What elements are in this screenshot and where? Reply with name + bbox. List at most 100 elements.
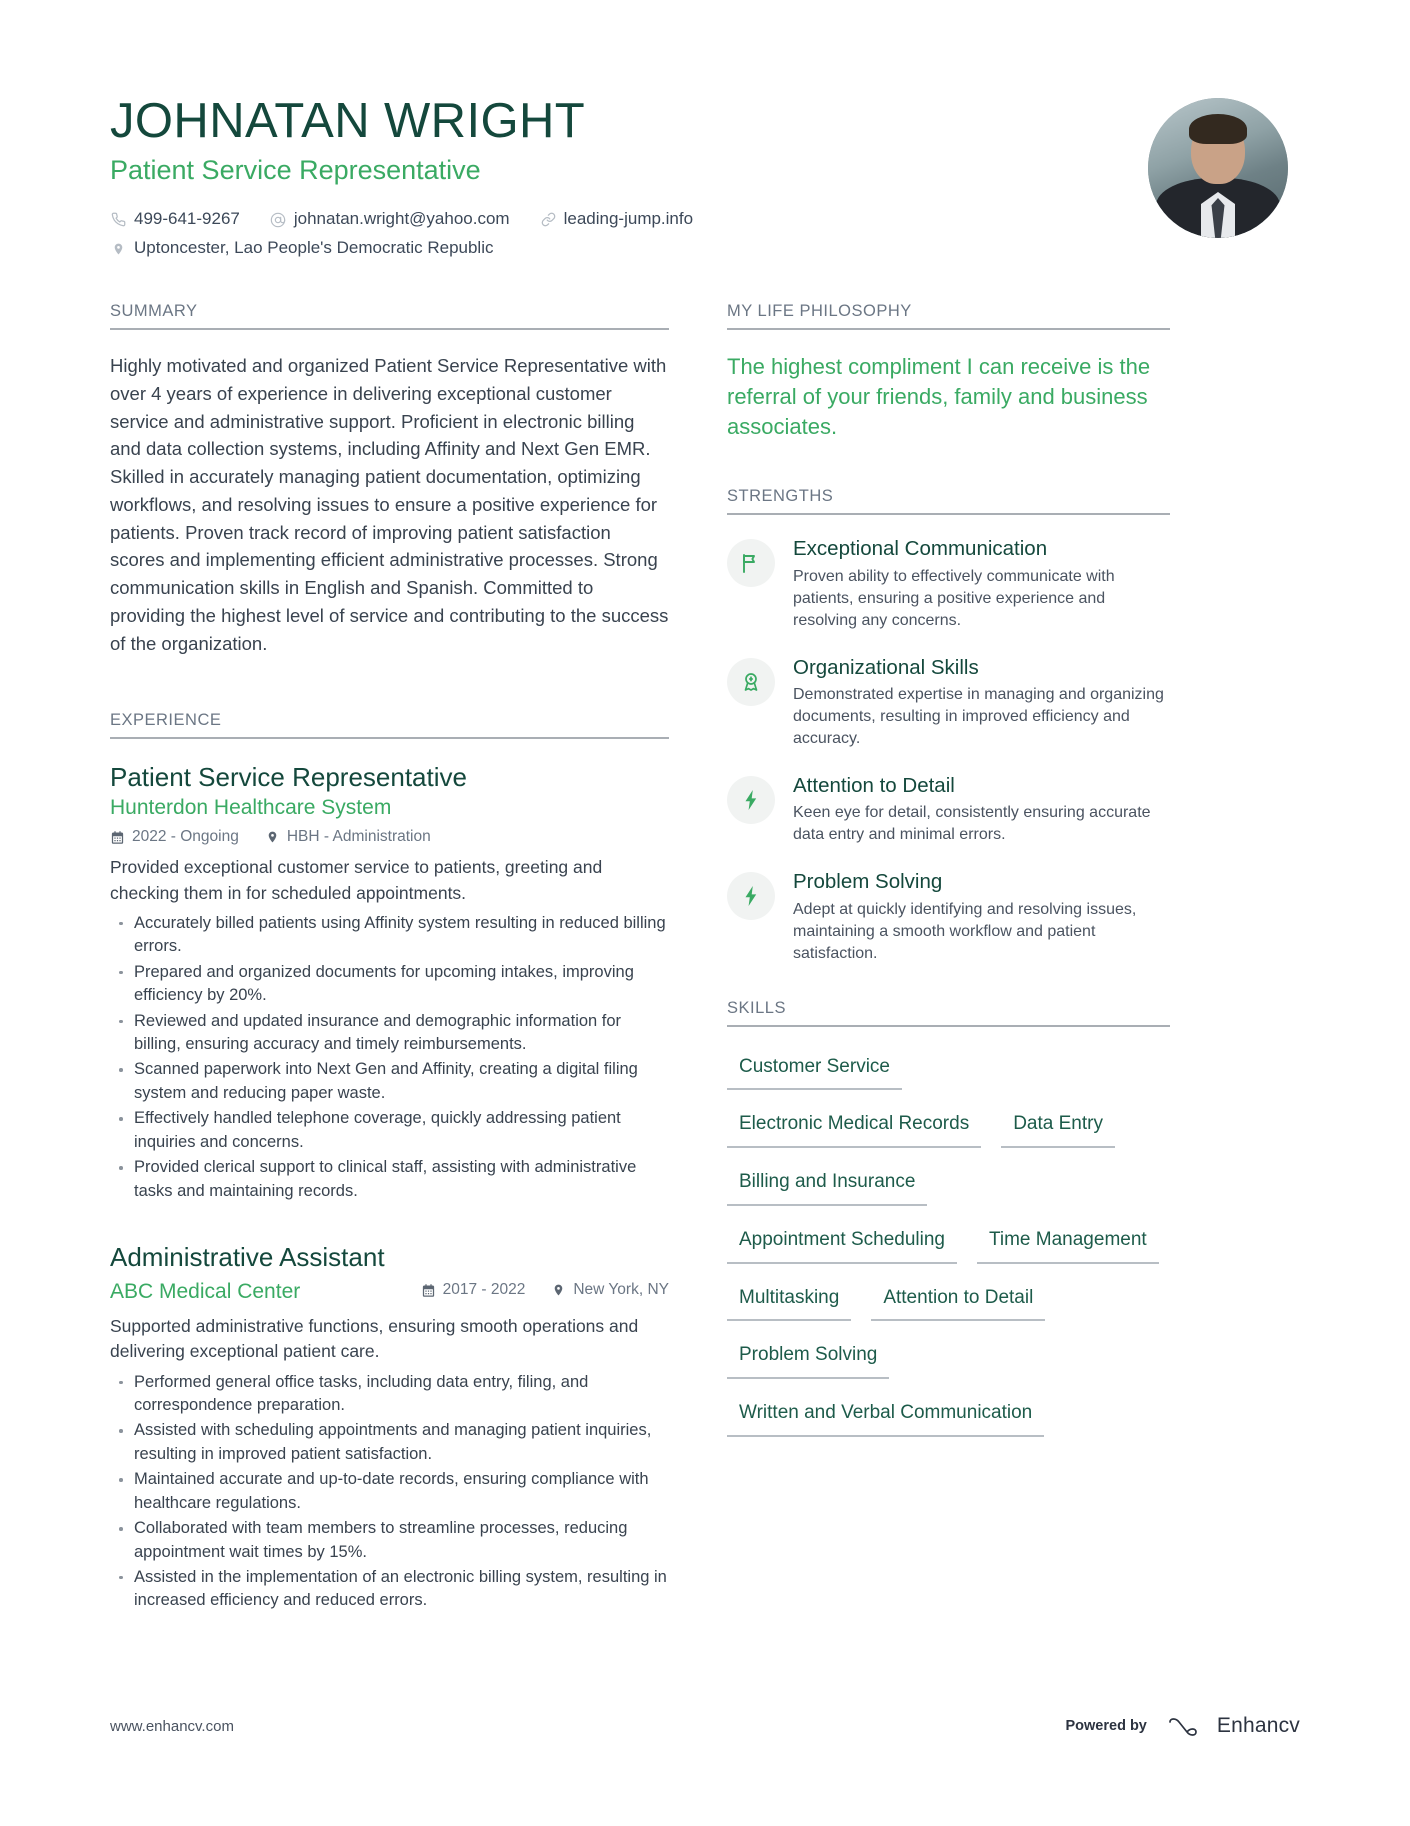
skills-list: Customer Service Electronic Medical Recor… xyxy=(727,1049,1170,1453)
list-item: Performed general office tasks, includin… xyxy=(110,1371,669,1418)
philosophy-quote: The highest compliment I can receive is … xyxy=(727,354,1151,439)
experience-bullet-list: Performed general office tasks, includin… xyxy=(110,1371,669,1613)
experience-list: Patient Service Representative Hunterdon … xyxy=(110,761,669,1612)
experience-company: ABC Medical Center xyxy=(110,1279,301,1303)
footer-brand-block: Powered by Enhancv xyxy=(1065,1714,1300,1738)
strengths-list: Exceptional Communication Proven ability … xyxy=(727,537,1170,964)
skills-section: SKILLS Customer Service Electronic Medica… xyxy=(727,999,1170,1453)
page-title: JOHNATAN WRIGHT xyxy=(110,94,586,148)
avatar-hair xyxy=(1189,114,1247,144)
page-footer: www.enhancv.com Powered by Enhancv xyxy=(110,1714,1300,1738)
resume-page: JOHNATAN WRIGHT Patient Service Represen… xyxy=(0,0,1410,1826)
list-item: Maintained accurate and up-to-date recor… xyxy=(110,1468,669,1515)
experience-bullet-list: Accurately billed patients using Affinit… xyxy=(110,912,669,1203)
philosophy-section: MY LIFE PHILOSOPHY The highest complimen… xyxy=(727,302,1170,441)
experience-dates: 2017 - 2022 xyxy=(421,1281,525,1299)
list-item: Provided clerical support to clinical st… xyxy=(110,1156,669,1203)
experience-location-value: HBH - Administration xyxy=(286,828,431,846)
skill-tag: Time Management xyxy=(976,1222,1159,1264)
list-item: Prepared and organized documents for upc… xyxy=(110,961,669,1008)
resume-header: JOHNATAN WRIGHT Patient Service Represen… xyxy=(0,0,1410,266)
strength-body: Exceptional Communication Proven ability … xyxy=(793,537,1170,631)
header-job-title: Patient Service Representative xyxy=(110,154,481,185)
experience-meta-row: ABC Medical Center 2017 - 2022 New York, N… xyxy=(110,1278,669,1305)
skill-tag: Electronic Medical Records xyxy=(727,1106,982,1149)
experience-dates: 2022 - Ongoing xyxy=(110,828,239,846)
list-item: Scanned paperwork into Next Gen and Affi… xyxy=(110,1058,669,1105)
experience-facts: 2022 - Ongoing HBH - Administration xyxy=(110,828,669,846)
footer-url[interactable]: www.enhancv.com xyxy=(110,1718,234,1735)
strength-name: Organizational Skills xyxy=(793,655,979,679)
contact-phone[interactable]: 499-641-9267 xyxy=(110,208,240,231)
contact-details: 499-641-9267 johnatan.wright@yahoo.com l… xyxy=(110,208,1148,260)
summary-text: Highly motivated and organized Patient S… xyxy=(110,355,669,654)
strength-body: Attention to Detail Keen eye for detail, … xyxy=(793,774,1170,846)
link-icon xyxy=(540,211,557,228)
strength-body: Organizational Skills Demonstrated expert… xyxy=(793,656,1170,750)
skill-tag: Billing and Insurance xyxy=(727,1164,928,1206)
experience-lead-text: Provided exceptional customer service to… xyxy=(110,857,603,903)
strength-icon-badge xyxy=(727,539,775,588)
experience-company: Hunterdon Healthcare System xyxy=(110,795,392,819)
bolt-icon xyxy=(739,884,763,908)
strength-icon-badge xyxy=(727,657,775,706)
strength-item: Attention to Detail Keen eye for detail, … xyxy=(727,774,1170,846)
strength-description: Adept at quickly identifying and resolvi… xyxy=(793,900,1137,962)
list-item: Accurately billed patients using Affinit… xyxy=(110,912,669,959)
contact-location-value: Uptoncester, Lao People's Democratic Rep… xyxy=(134,238,494,258)
enhancv-logo-icon xyxy=(1167,1714,1207,1738)
resume-body: SUMMARY Highly motivated and organized P… xyxy=(0,302,1410,1619)
experience-facts: 2017 - 2022 New York, NY xyxy=(421,1281,669,1299)
strength-name: Attention to Detail xyxy=(793,773,955,797)
award-icon xyxy=(739,670,763,694)
experience-entry: Patient Service Representative Hunterdon … xyxy=(110,761,669,1203)
experience-section: EXPERIENCE Patient Service Representativ… xyxy=(110,711,669,1612)
skills-heading: SKILLS xyxy=(727,999,1170,1027)
experience-location-value: New York, NY xyxy=(573,1281,669,1298)
bolt-icon xyxy=(739,788,763,812)
strengths-section: STRENGTHS Exceptional Communication Prove… xyxy=(727,487,1170,964)
list-item: Effectively handled telephone coverage, … xyxy=(110,1107,669,1154)
experience-heading: EXPERIENCE xyxy=(110,711,669,740)
experience-location: New York, NY xyxy=(551,1281,669,1299)
skill-tag: Appointment Scheduling xyxy=(727,1222,957,1264)
strengths-heading: STRENGTHS xyxy=(727,487,1170,516)
contact-phone-value: 499-641-9267 xyxy=(134,209,240,229)
experience-entry: Administrative Assistant ABC Medical Cent… xyxy=(110,1241,669,1613)
location-icon xyxy=(110,240,127,257)
strength-item: Problem Solving Adept at quickly identify… xyxy=(727,870,1170,964)
list-item: Collaborated with team members to stream… xyxy=(110,1517,669,1564)
contact-website-value: leading-jump.info xyxy=(563,209,694,229)
summary-heading: SUMMARY xyxy=(110,302,669,331)
strength-item: Exceptional Communication Proven ability … xyxy=(727,537,1170,631)
strength-name: Exceptional Communication xyxy=(793,537,1048,561)
contact-website[interactable]: leading-jump.info xyxy=(540,208,693,231)
experience-job-title: Administrative Assistant xyxy=(110,1242,385,1272)
strength-item: Organizational Skills Demonstrated expert… xyxy=(727,656,1170,750)
contact-email[interactable]: johnatan.wright@yahoo.com xyxy=(270,208,510,231)
skill-tag: Data Entry xyxy=(1001,1106,1115,1149)
calendar-icon xyxy=(110,830,125,845)
strength-body: Problem Solving Adept at quickly identify… xyxy=(793,870,1170,964)
location-icon xyxy=(551,1283,566,1298)
experience-lead-text: Supported administrative functions, ensu… xyxy=(110,1315,639,1362)
philosophy-heading: MY LIFE PHILOSOPHY xyxy=(727,302,1170,331)
list-item: Assisted with scheduling appointments an… xyxy=(110,1419,669,1466)
strength-description: Keen eye for detail, consistently ensuri… xyxy=(793,804,1151,844)
skill-tag: Problem Solving xyxy=(727,1337,890,1380)
left-column: SUMMARY Highly motivated and organized P… xyxy=(110,302,693,1619)
strength-name: Problem Solving xyxy=(793,870,943,894)
list-item: Assisted in the implementation of an ele… xyxy=(110,1566,669,1613)
header-text-block: JOHNATAN WRIGHT Patient Service Represen… xyxy=(110,88,1148,266)
powered-by-label: Powered by xyxy=(1065,1718,1147,1734)
list-item: Reviewed and updated insurance and demog… xyxy=(110,1010,669,1057)
strength-description: Demonstrated expertise in managing and o… xyxy=(793,686,1164,747)
strength-description: Proven ability to effectively communicat… xyxy=(793,567,1115,629)
strength-icon-badge xyxy=(727,872,775,921)
experience-job-title: Patient Service Representative xyxy=(110,762,467,793)
flag-icon xyxy=(739,551,763,575)
location-icon xyxy=(265,830,280,845)
strength-icon-badge xyxy=(727,775,775,824)
contact-email-value: johnatan.wright@yahoo.com xyxy=(293,209,510,229)
contact-row-location: Uptoncester, Lao People's Democratic Rep… xyxy=(110,237,1148,260)
